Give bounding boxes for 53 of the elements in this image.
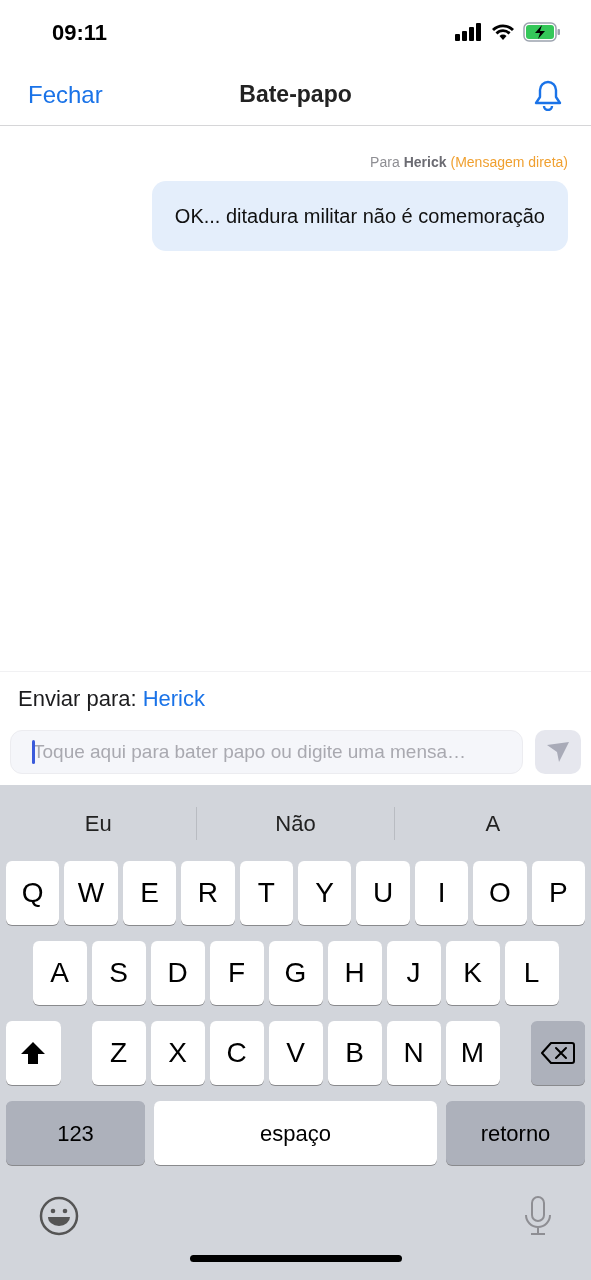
letter-key[interactable]: H bbox=[327, 941, 382, 1005]
send-to-label: Enviar para: bbox=[18, 684, 137, 713]
backspace-icon bbox=[540, 1041, 575, 1065]
letter-key[interactable]: R bbox=[181, 861, 235, 925]
battery-charging-icon bbox=[523, 22, 561, 42]
letter-key[interactable]: Z bbox=[91, 1021, 146, 1085]
letter-key[interactable]: W bbox=[64, 861, 118, 925]
close-link[interactable]: Fechar bbox=[28, 76, 103, 113]
numbers-key[interactable]: 123 bbox=[6, 1101, 145, 1165]
wifi-icon bbox=[491, 23, 515, 41]
suggestion-item[interactable]: Não bbox=[275, 806, 316, 840]
suggestion-item[interactable]: Eu bbox=[84, 806, 112, 840]
letter-key[interactable]: P bbox=[531, 861, 586, 925]
letter-key[interactable]: X bbox=[150, 1021, 205, 1085]
letter-key[interactable]: V bbox=[268, 1021, 323, 1085]
letter-key[interactable]: G bbox=[268, 941, 323, 1005]
notification-bell-icon[interactable] bbox=[533, 78, 563, 111]
letter-key[interactable]: O bbox=[473, 861, 527, 925]
letter-key[interactable]: L bbox=[504, 941, 559, 1005]
letter-key[interactable]: U bbox=[356, 861, 410, 925]
letter-key[interactable]: T bbox=[239, 861, 293, 925]
letter-key[interactable]: E bbox=[122, 861, 177, 925]
direct-message-note: (Mensagem direta) bbox=[450, 153, 568, 172]
return-key[interactable]: retorno bbox=[446, 1101, 585, 1165]
status-time: 09:11 bbox=[52, 18, 108, 47]
letter-key[interactable]: C bbox=[209, 1021, 264, 1085]
letter-key[interactable]: D bbox=[150, 941, 205, 1005]
message-bubble: OK... ditadura militar não é comemoração bbox=[151, 181, 568, 251]
recipient-prefix: Para bbox=[370, 153, 400, 172]
send-plane-icon bbox=[546, 740, 570, 763]
shift-arrow-icon bbox=[20, 1041, 47, 1065]
emoji-icon[interactable] bbox=[38, 1195, 80, 1237]
letter-key[interactable]: Y bbox=[298, 861, 352, 925]
space-key[interactable]: espaço bbox=[154, 1101, 437, 1165]
letter-key[interactable]: M bbox=[445, 1021, 500, 1085]
signal-icon bbox=[455, 23, 483, 41]
letter-key[interactable]: S bbox=[91, 941, 146, 1005]
letter-key[interactable]: J bbox=[386, 941, 441, 1005]
letter-key[interactable]: K bbox=[445, 941, 500, 1005]
screen-title: Bate-papo bbox=[239, 80, 352, 110]
text-cursor bbox=[32, 739, 35, 764]
suggestion-item[interactable]: A bbox=[485, 806, 501, 840]
letter-key[interactable]: F bbox=[209, 941, 264, 1005]
letter-key[interactable]: A bbox=[32, 941, 87, 1005]
backspace-key[interactable] bbox=[530, 1021, 585, 1085]
recipient-name: Herick bbox=[403, 153, 447, 172]
letter-key[interactable]: Q bbox=[5, 861, 60, 925]
letter-key[interactable]: I bbox=[414, 861, 469, 925]
recipient-link[interactable]: Herick bbox=[142, 681, 205, 715]
message-input-field[interactable]: Toque aqui para bater papo ou digite uma mensa… bbox=[10, 729, 523, 774]
letter-key[interactable]: N bbox=[386, 1021, 441, 1085]
shift-key[interactable] bbox=[6, 1021, 61, 1085]
letter-key[interactable]: B bbox=[327, 1021, 382, 1085]
